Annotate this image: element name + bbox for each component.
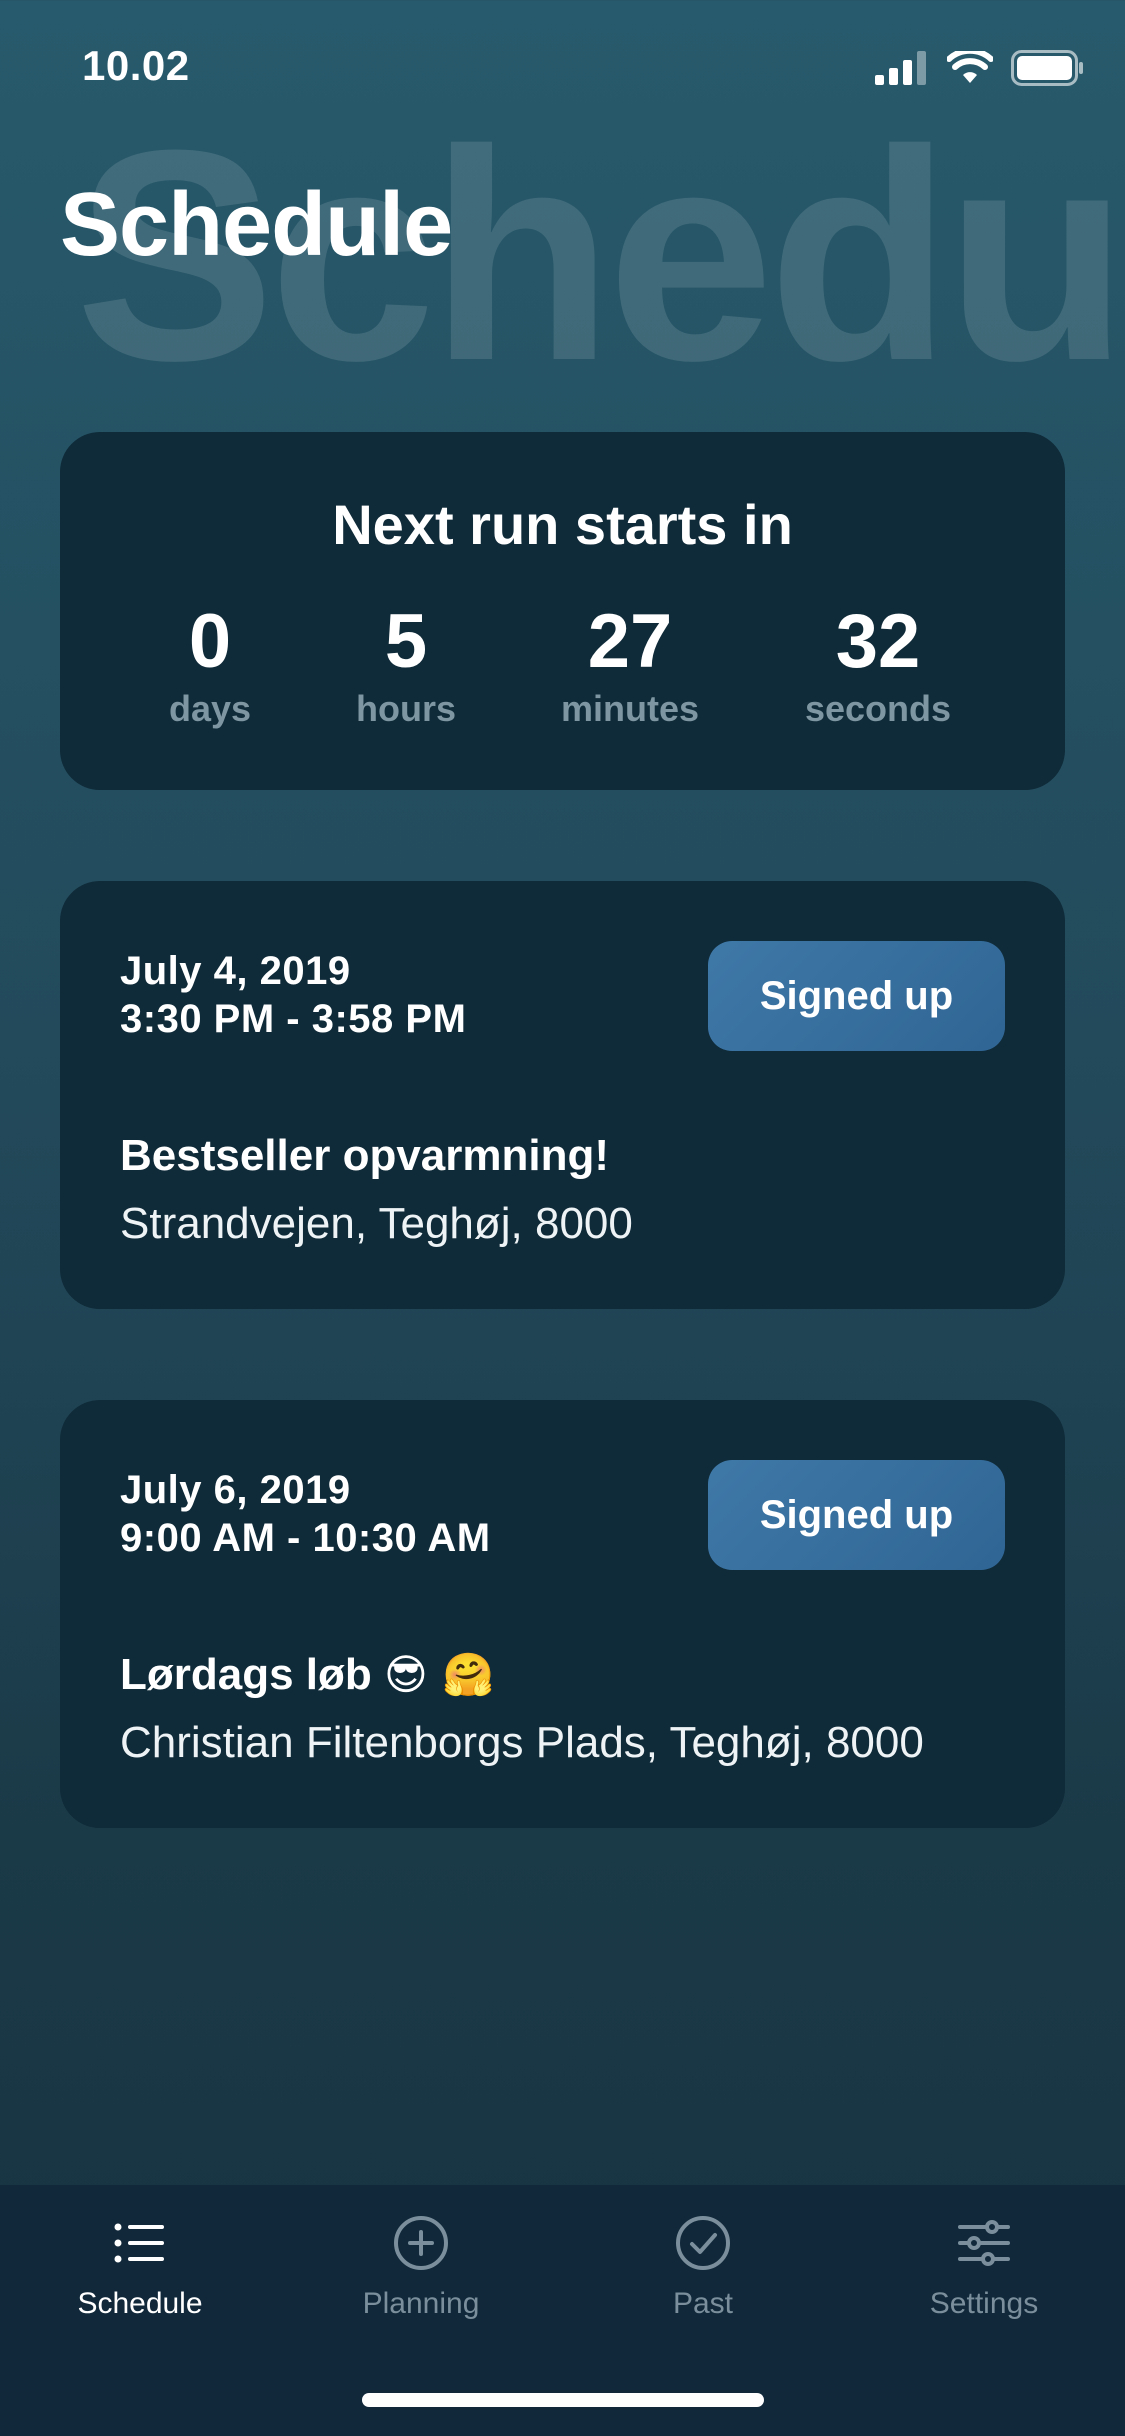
- tab-label: Past: [672, 2287, 734, 2320]
- countdown-hours: 5 hours: [306, 604, 506, 730]
- run-title-emoji: 😎 🤗: [384, 1650, 495, 1699]
- battery-icon: [1011, 50, 1083, 86]
- countdown-minutes: 27 minutes: [530, 604, 730, 730]
- run-title-text: Bestseller opvarmning!: [120, 1131, 610, 1180]
- signed-up-button[interactable]: Signed up: [708, 1460, 1005, 1570]
- run-date: July 4, 2019: [120, 949, 351, 993]
- countdown-label: hours: [355, 688, 456, 729]
- list-icon: [114, 2223, 164, 2263]
- tab-label: Planning: [362, 2287, 480, 2320]
- countdown-label: minutes: [560, 688, 700, 729]
- plus-circle-icon: [394, 2216, 448, 2270]
- run-title-text: Lørdags løb: [120, 1650, 372, 1699]
- run-title: Bestseller opvarmning!: [120, 1131, 609, 1181]
- status-time: 10.02: [82, 42, 190, 89]
- countdown-label: seconds: [804, 688, 952, 729]
- countdown-days: 0 days: [110, 604, 310, 730]
- run-time: 9:00 AM - 10:30 AM: [120, 1516, 491, 1560]
- run-location: Strandvejen, Teghøj, 8000: [120, 1199, 633, 1248]
- run-time: 3:30 PM - 3:58 PM: [120, 997, 467, 1041]
- run-date: July 6, 2019: [120, 1468, 351, 1512]
- tab-label: Schedule: [77, 2287, 203, 2320]
- countdown-heading: Next run starts in: [332, 493, 793, 556]
- countdown-seconds: 32 seconds: [778, 604, 978, 730]
- run-location: Christian Filtenborgs Plads, Teghøj, 800…: [120, 1718, 924, 1767]
- countdown-value: 27: [587, 599, 673, 684]
- countdown-value: 32: [835, 599, 921, 684]
- signed-up-button[interactable]: Signed up: [708, 941, 1005, 1051]
- run-card[interactable]: July 4, 2019 3:30 PM - 3:58 PM Signed up…: [60, 881, 1065, 1309]
- tab-schedule[interactable]: Schedule: [0, 2213, 280, 2321]
- countdown-card: Next run starts in 0 days 5 hours 27 min…: [60, 432, 1065, 790]
- check-circle-icon: [676, 2216, 730, 2270]
- tab-label: Settings: [929, 2287, 1039, 2320]
- tab-planning[interactable]: Planning: [281, 2213, 561, 2321]
- status-icons: [875, 50, 1085, 86]
- tab-settings[interactable]: Settings: [844, 2213, 1124, 2321]
- sliders-icon: [958, 2220, 1010, 2266]
- countdown-value: 5: [384, 599, 428, 684]
- run-card[interactable]: July 6, 2019 9:00 AM - 10:30 AM Signed u…: [60, 1400, 1065, 1828]
- page-title: Schedule: [60, 175, 453, 275]
- home-indicator[interactable]: [362, 2393, 764, 2407]
- tab-past[interactable]: Past: [563, 2213, 843, 2321]
- cellular-signal-icon: [875, 51, 926, 85]
- countdown-label: days: [168, 688, 252, 729]
- run-title: Lørdags løb 😎 🤗: [120, 1650, 495, 1700]
- countdown-value: 0: [188, 599, 232, 684]
- wifi-icon: [947, 51, 993, 83]
